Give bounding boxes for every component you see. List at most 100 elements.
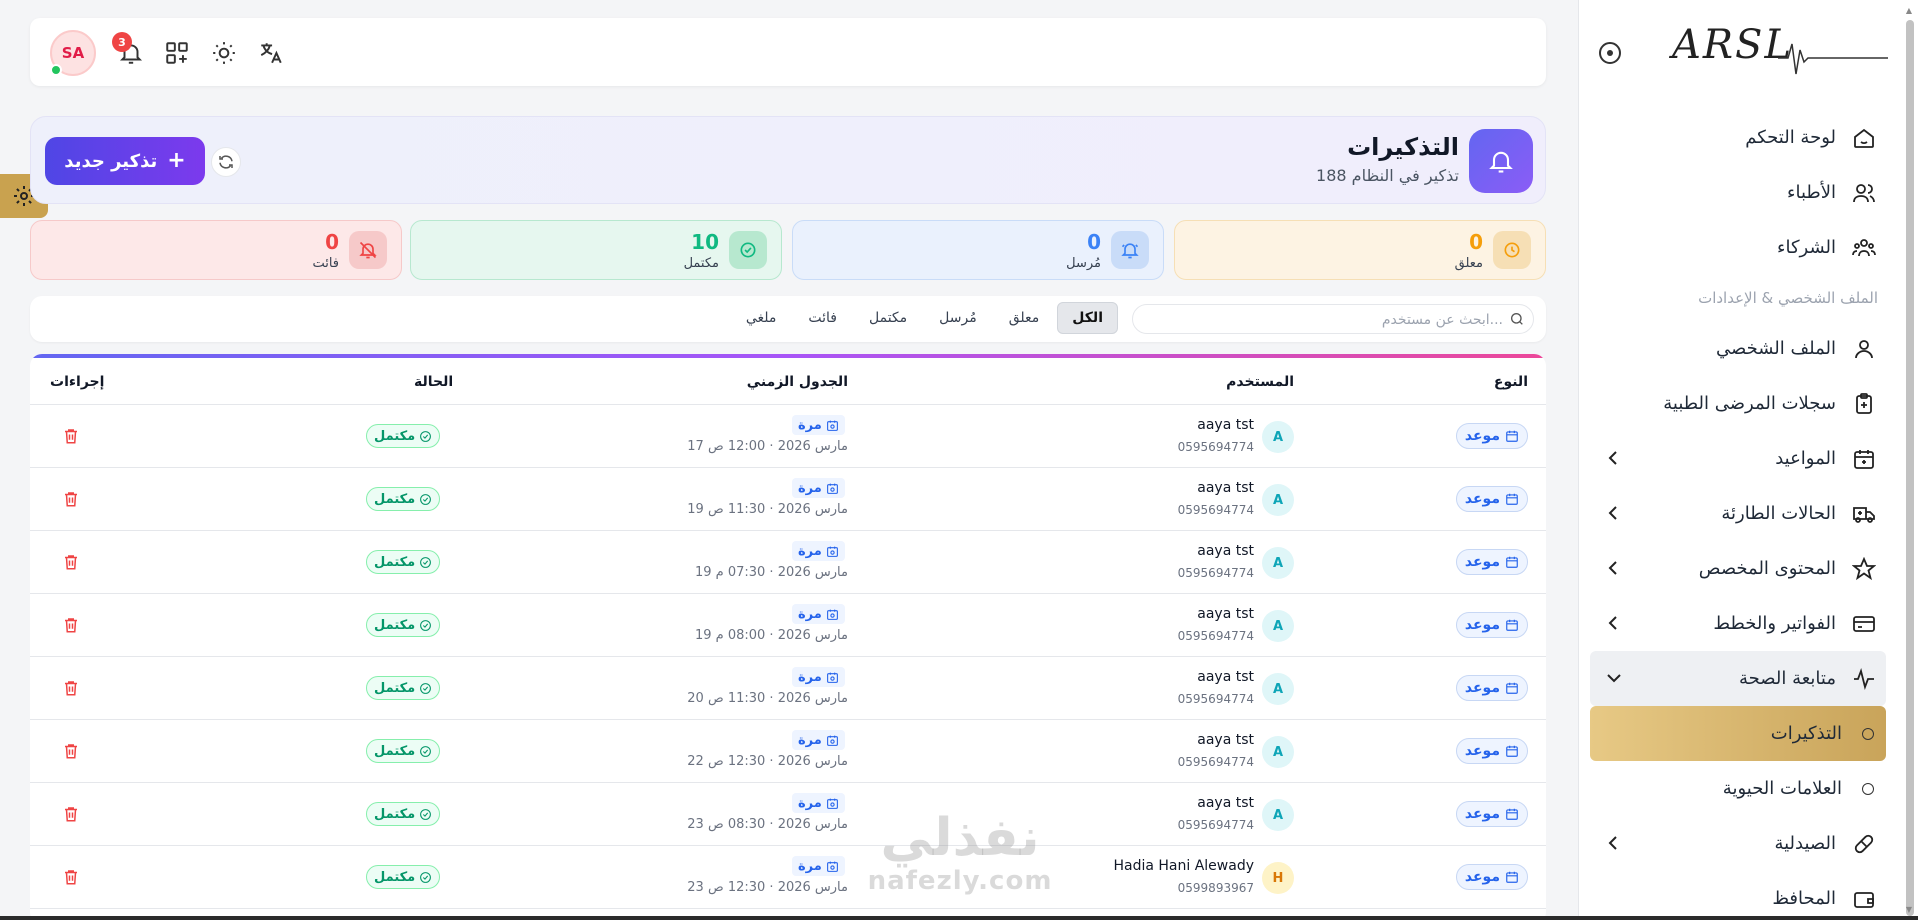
chevron-left-icon	[1608, 506, 1617, 520]
sidebar-item-partners[interactable]: الشركاء	[1590, 220, 1886, 275]
new-reminder-button[interactable]: تذكير جديد +	[45, 137, 205, 185]
stat-value: 0	[325, 230, 339, 254]
table-row: موعد Aaaya tst 0595694774 مرة 19 مارس 2026 ·…	[30, 468, 1546, 531]
delete-trash-icon[interactable]	[62, 616, 80, 634]
stat-icon-box	[1111, 231, 1149, 269]
sun-icon[interactable]	[211, 40, 237, 66]
user-name: aaya tst	[1197, 732, 1254, 748]
sidebar-scrollbar[interactable]: ▲ ▼	[1904, 6, 1916, 916]
user-phone: 0595694774	[1177, 440, 1254, 454]
avatar: H	[1262, 862, 1294, 894]
avatar-initial: A	[1272, 429, 1284, 445]
circle-dot-icon	[1862, 782, 1874, 795]
calendar-icon	[1506, 493, 1518, 505]
sidebar-item-reminders[interactable]: التذكيرات	[1590, 706, 1886, 761]
delete-trash-icon[interactable]	[62, 868, 80, 886]
frequency-badge: مرة	[792, 730, 845, 750]
calendar-clock-icon	[826, 609, 838, 620]
sidebar-item-vital-signs[interactable]: العلامات الحيوية	[1590, 761, 1886, 816]
page-subtitle: 188 تذكير في النظام	[1316, 166, 1459, 185]
stat-icon-box	[349, 231, 387, 269]
circle-dot-icon	[1862, 727, 1874, 740]
refresh-button[interactable]	[211, 147, 241, 177]
sidebar-item-billing[interactable]: الفواتير والخطط	[1590, 596, 1886, 651]
sidebar-item-label: المواعيد	[1775, 448, 1836, 469]
check-circle-icon	[740, 242, 756, 258]
user-name: aaya tst	[1197, 669, 1254, 685]
frequency-badge: مرة	[792, 478, 845, 498]
calendar-icon	[1506, 619, 1518, 631]
sidebar-item-emergencies[interactable]: الحالات الطارئة	[1590, 486, 1886, 541]
avatar-initial: A	[1272, 681, 1284, 697]
user-phone: 0595694774	[1177, 818, 1254, 832]
apps-grid-icon[interactable]	[164, 40, 190, 66]
user-phone: 0595694774	[1177, 566, 1254, 580]
schedule-datetime: 20 مارس 2026 · 11:30 ص	[687, 691, 848, 706]
stat-icon-box	[729, 231, 767, 269]
avatar-initials: SA	[61, 44, 85, 62]
tab-missed[interactable]: فائت	[794, 302, 851, 334]
sidebar-item-pharmacy[interactable]: الصيدلية	[1590, 816, 1886, 871]
new-reminder-button-label: تذكير جديد	[64, 150, 158, 172]
delete-trash-icon[interactable]	[62, 490, 80, 508]
filter-bar: الكل معلق مُرسل مكتمل فائت ملغي	[30, 296, 1546, 342]
calendar-icon	[1506, 682, 1518, 694]
tab-sent[interactable]: مُرسل	[925, 302, 991, 334]
status-label: مكتمل	[374, 806, 416, 822]
topbar: SA 3	[30, 18, 1546, 86]
status-badge: مكتمل	[366, 424, 441, 448]
delete-trash-icon[interactable]	[62, 427, 80, 445]
pill-icon	[1850, 830, 1878, 858]
delete-trash-icon[interactable]	[62, 553, 80, 571]
card-icon	[1850, 610, 1878, 638]
type-label: موعد	[1464, 806, 1500, 822]
delete-trash-icon[interactable]	[62, 742, 80, 760]
delete-trash-icon[interactable]	[62, 679, 80, 697]
logo: ARSL	[1608, 22, 1888, 82]
calendar-icon	[1506, 430, 1518, 442]
scroll-thumb[interactable]	[1906, 20, 1914, 916]
tab-completed[interactable]: مكتمل	[855, 302, 921, 334]
tab-all[interactable]: الكل	[1057, 302, 1118, 334]
frequency-label: مرة	[798, 480, 822, 496]
bell-off-icon	[359, 241, 377, 259]
schedule-datetime: 19 مارس 2026 · 08:00 م	[694, 628, 848, 643]
delete-trash-icon[interactable]	[62, 805, 80, 823]
search-input[interactable]	[1143, 310, 1503, 330]
scroll-up-arrow-icon[interactable]: ▲	[1904, 6, 1914, 15]
chevron-left-icon	[1608, 561, 1617, 575]
sidebar-item-health-tracking[interactable]: متابعة الصحة	[1590, 651, 1886, 706]
schedule-datetime: 22 مارس 2026 · 12:30 ص	[687, 754, 848, 769]
tab-cancelled[interactable]: ملغي	[732, 302, 791, 334]
status-filter-tabs: الكل معلق مُرسل مكتمل فائت ملغي	[732, 302, 1118, 334]
user-phone: 0595694774	[1177, 692, 1254, 706]
tab-pending[interactable]: معلق	[995, 302, 1054, 334]
scroll-down-arrow-icon[interactable]: ▼	[1904, 905, 1914, 914]
sidebar-item-doctors[interactable]: الأطباء	[1590, 165, 1886, 220]
sidebar-item-label: المحتوى المخصص	[1698, 558, 1836, 579]
frequency-label: مرة	[798, 417, 822, 433]
type-label: موعد	[1464, 869, 1500, 885]
sidebar-item-appointments[interactable]: المواعيد	[1590, 431, 1886, 486]
type-badge: موعد	[1455, 801, 1528, 827]
sidebar-item-custom-content[interactable]: المحتوى المخصص	[1590, 541, 1886, 596]
star-icon	[1850, 555, 1878, 583]
sidebar-item-wallets[interactable]: المحافظ	[1590, 871, 1886, 920]
status-label: مكتمل	[374, 680, 416, 696]
bell-icon	[1489, 151, 1513, 173]
status-label: مكتمل	[374, 743, 416, 759]
sidebar-item-dashboard[interactable]: لوحة التحكم	[1590, 110, 1886, 165]
translate-icon[interactable]	[258, 40, 284, 66]
type-label: موعد	[1464, 491, 1500, 507]
status-badge: مكتمل	[366, 739, 441, 763]
user-name: aaya tst	[1197, 606, 1254, 622]
table-row: موعد Aaaya tst 0595694774 مرة 19 مارس 2026 ·…	[30, 531, 1546, 594]
sidebar-item-label: الحالات الطارئة	[1721, 503, 1836, 524]
user-phone: 0595694774	[1177, 629, 1254, 643]
stat-icon-box	[1493, 231, 1531, 269]
sidebar-item-label: الصيدلية	[1774, 833, 1836, 854]
sidebar-item-profile[interactable]: الملف الشخصي	[1590, 321, 1886, 376]
sidebar-item-medical-records[interactable]: سجلات المرضى الطبية	[1590, 376, 1886, 431]
frequency-badge: مرة	[792, 856, 845, 876]
type-badge: موعد	[1455, 549, 1528, 575]
